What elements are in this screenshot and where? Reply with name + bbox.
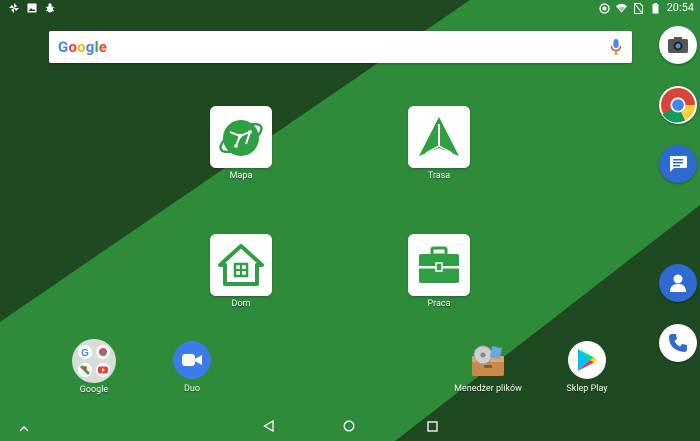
recents-icon[interactable] [425, 419, 439, 433]
app-label: Duo [183, 384, 200, 394]
app-mapa[interactable]: Mapa [201, 106, 281, 181]
trasa-tile[interactable] [408, 106, 470, 168]
briefcase-icon [419, 246, 459, 283]
dock-duo[interactable]: Duo [152, 341, 232, 394]
app-label: Sklep Play [566, 384, 608, 394]
side-camera[interactable] [659, 26, 697, 64]
google-search-bar[interactable]: Google [49, 31, 632, 63]
bug-icon [44, 2, 55, 13]
play-store-icon[interactable] [568, 341, 606, 379]
phone-icon [669, 334, 687, 352]
wifi-icon [615, 3, 627, 14]
camera-icon [668, 37, 688, 53]
app-label: Praca [427, 299, 451, 309]
app-dom[interactable]: Dom [201, 234, 281, 309]
app-label: Mapa [229, 171, 253, 181]
home-icon [218, 244, 264, 286]
mapa-tile[interactable] [210, 106, 272, 168]
clock: 20:54 [666, 1, 694, 14]
contacts-icon [670, 274, 686, 292]
dock-google-folder[interactable]: G Google [54, 339, 134, 395]
dock-file-manager[interactable]: Menedżer plików [448, 341, 528, 394]
navigation-arrow-icon [419, 117, 459, 156]
app-praca[interactable]: Praca [399, 234, 479, 309]
side-phone[interactable] [659, 324, 697, 362]
chevron-up-icon[interactable] [17, 421, 31, 435]
home-circle-icon[interactable] [342, 419, 356, 433]
video-camera-icon[interactable] [173, 341, 211, 379]
google-folder-icon[interactable]: G [72, 339, 116, 383]
app-label: Dom [231, 299, 251, 309]
dock-play-store[interactable]: Sklep Play [547, 341, 627, 394]
app-label: Menedżer plików [454, 384, 522, 394]
app-label: Trasa [427, 171, 451, 181]
navigation-bar [0, 411, 700, 441]
svg-text:G: G [81, 348, 89, 359]
battery-icon [650, 2, 661, 14]
dom-tile[interactable] [210, 234, 272, 296]
app-trasa[interactable]: Trasa [399, 106, 479, 181]
side-messages[interactable] [659, 145, 697, 183]
app-label: Google [79, 385, 109, 395]
sync-icon [598, 2, 610, 14]
pinwheel-icon [8, 2, 19, 13]
status-bar: 20:54 [0, 0, 700, 16]
praca-tile[interactable] [408, 234, 470, 296]
chrome-icon [661, 88, 695, 123]
message-icon [669, 156, 687, 172]
side-contacts[interactable] [659, 264, 697, 302]
mic-icon[interactable] [610, 38, 622, 60]
no-sim-icon [633, 2, 644, 14]
google-logo: Google [58, 38, 108, 56]
side-chrome[interactable] [659, 86, 697, 124]
globe-icon [219, 120, 263, 156]
file-manager-icon[interactable] [469, 341, 507, 379]
back-icon[interactable] [261, 419, 275, 433]
image-icon [26, 2, 37, 13]
